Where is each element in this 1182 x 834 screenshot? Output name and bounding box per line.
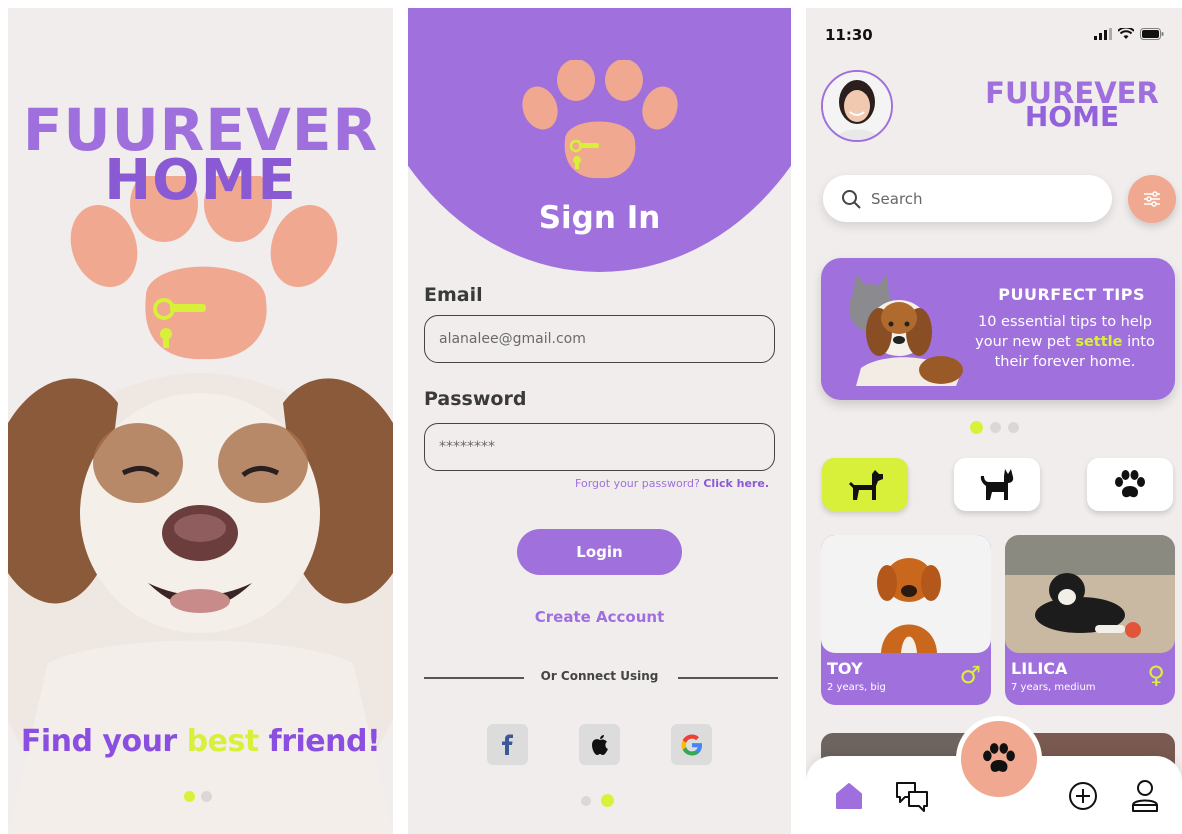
tips-banner[interactable]: PUURFECT TIPS 10 essential tips to help …: [821, 258, 1175, 400]
signal-icon: [1094, 28, 1112, 40]
tagline: Find your best friend!: [8, 724, 393, 759]
facebook-button[interactable]: [487, 724, 528, 765]
paw-fab-icon: [983, 743, 1015, 772]
email-label: Email: [424, 284, 483, 306]
cat-icon: [980, 468, 1014, 500]
pet-card[interactable]: LILICA 7 years, medium ♀: [1005, 535, 1175, 705]
forgot-password-text: Forgot your password?: [575, 477, 700, 490]
tips-body-highlight: settle: [1075, 334, 1123, 350]
sign-in-screen: Sign In Email alanalee@gmail.com Passwor…: [408, 8, 791, 834]
forgot-password-link[interactable]: Click here.: [703, 477, 769, 490]
home-screen: 11:30 FUUREVER HOME Search PUURFECT TIPS…: [806, 8, 1182, 834]
paw-fab-button[interactable]: [956, 716, 1042, 802]
tips-body: 10 essential tips to help your new pet s…: [970, 312, 1160, 372]
pet-name: TOY: [827, 659, 863, 678]
paw-logo-icon: [522, 60, 678, 179]
facebook-icon: [501, 734, 513, 755]
google-button[interactable]: [671, 724, 712, 765]
google-icon: [681, 734, 702, 755]
battery-icon: [1140, 28, 1164, 40]
pet-photo: [1005, 535, 1175, 653]
category-dogs[interactable]: [822, 458, 908, 511]
carousel-indicator: [970, 421, 1019, 434]
forgot-password: Forgot your password? Click here.: [575, 477, 769, 490]
apple-button[interactable]: [579, 724, 620, 765]
password-label: Password: [424, 388, 527, 410]
page-dot-active[interactable]: [601, 794, 614, 807]
wifi-icon: [1118, 28, 1134, 39]
category-cats[interactable]: [954, 458, 1040, 511]
page-title: Sign In: [538, 200, 661, 236]
divider: [678, 677, 778, 679]
tagline-highlight: best: [186, 724, 260, 759]
login-button[interactable]: Login: [517, 529, 682, 575]
nav-home[interactable]: [832, 779, 866, 813]
splash-screen: FUUREVER HOME Find your best friend!: [8, 8, 393, 834]
nav-add[interactable]: [1066, 779, 1100, 813]
add-icon: [1069, 782, 1097, 810]
puppy-kitten-photo: [849, 274, 963, 386]
pet-info: 2 years, big: [827, 682, 886, 693]
email-field[interactable]: alanalee@gmail.com: [424, 315, 775, 363]
tagline-text-end: friend!: [258, 724, 381, 759]
status-icons: [1094, 28, 1164, 40]
home-icon: [836, 783, 862, 809]
user-photo: [823, 72, 891, 140]
carousel-dot[interactable]: [990, 422, 1001, 433]
filter-icon: [1144, 191, 1160, 207]
status-time: 11:30: [825, 26, 873, 44]
female-icon: ♀: [1147, 661, 1165, 689]
search-icon: [842, 189, 861, 209]
create-account-link[interactable]: Create Account: [408, 608, 791, 626]
search-bar[interactable]: Search: [823, 175, 1112, 222]
tips-title: PUURFECT TIPS: [998, 285, 1145, 304]
carousel-dot-active[interactable]: [970, 421, 983, 434]
avatar[interactable]: [821, 70, 893, 142]
connect-label: Or Connect Using: [540, 669, 659, 683]
nav-chat[interactable]: [895, 779, 929, 813]
page-dot[interactable]: [201, 791, 212, 802]
chat-icon: [896, 782, 928, 812]
search-input[interactable]: Search: [871, 190, 923, 208]
brand-title-line2: HOME: [104, 148, 297, 213]
pet-info: 7 years, medium: [1011, 682, 1096, 693]
filter-button[interactable]: [1128, 175, 1176, 223]
brand-title-line2: HOME: [1024, 100, 1120, 133]
carousel-dot[interactable]: [1008, 422, 1019, 433]
page-indicator: [184, 791, 212, 802]
tagline-text: Find your: [20, 724, 187, 759]
category-all[interactable]: [1087, 458, 1173, 511]
dog-icon: [849, 469, 883, 500]
nav-profile[interactable]: [1128, 779, 1162, 813]
profile-icon: [1132, 780, 1158, 812]
apple-icon: [591, 734, 608, 755]
page-dot-active[interactable]: [184, 791, 195, 802]
paw-icon: [1115, 469, 1145, 497]
password-field[interactable]: ********: [424, 423, 775, 471]
pet-card[interactable]: TOY 2 years, big ♂: [821, 535, 991, 705]
puppy-photo: [8, 373, 393, 834]
pet-name: LILICA: [1011, 659, 1068, 678]
page-indicator: [581, 794, 614, 807]
pet-photo: [821, 535, 991, 653]
page-dot[interactable]: [581, 795, 591, 806]
male-icon: ♂: [959, 661, 981, 689]
